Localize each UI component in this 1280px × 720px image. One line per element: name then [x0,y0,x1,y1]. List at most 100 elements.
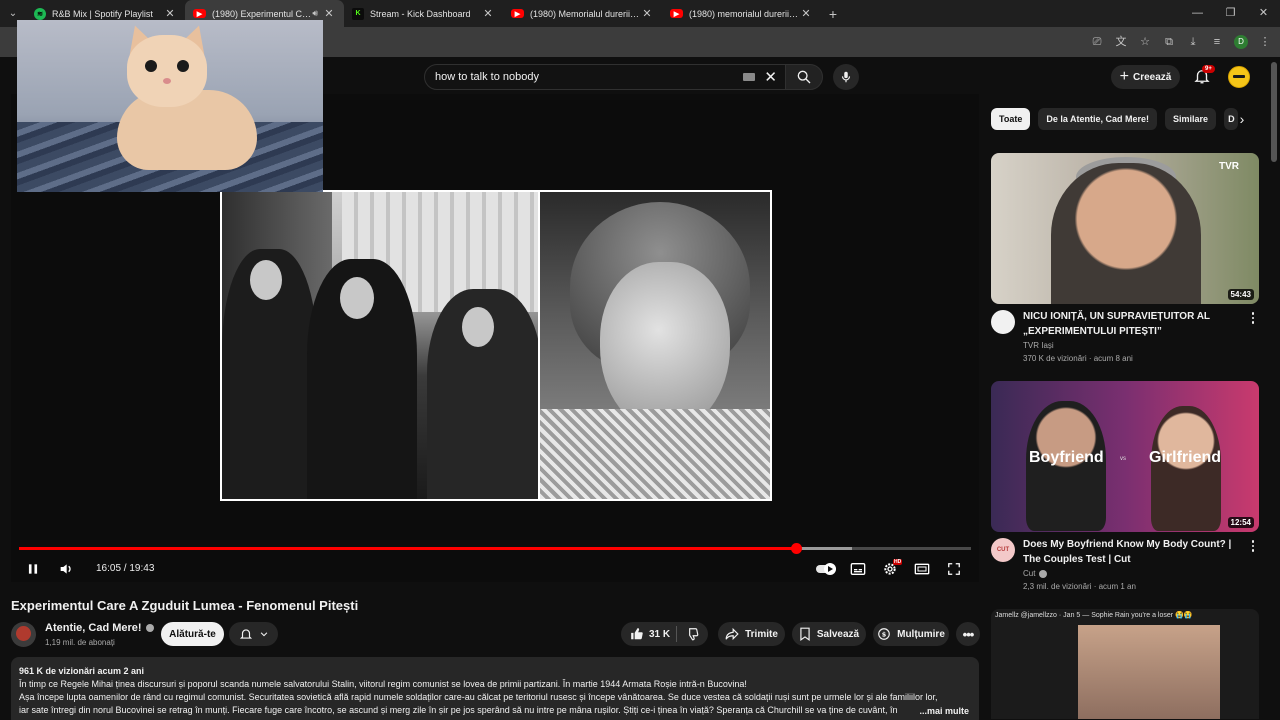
download-icon[interactable]: ⤓ [1186,32,1200,52]
close-icon[interactable]: ✕ [481,7,495,20]
chip-all[interactable]: Toate [991,108,1031,130]
notifications-button[interactable]: 9+ [1193,65,1215,87]
fullscreen-button[interactable] [943,559,965,579]
search-input[interactable]: how to talk to nobody ✕ [424,64,786,90]
thanks-label: Mulțumire [897,628,945,640]
tvr-logo: TVR [1219,161,1239,172]
progress-bar[interactable] [19,543,971,554]
chip-related[interactable]: Similare [1165,108,1217,130]
pause-button[interactable] [23,559,43,579]
description-box[interactable]: 961 K de vizionări acum 2 ani În timp ce… [11,657,979,720]
bookmark-star-icon[interactable]: ☆ [1138,32,1152,52]
share-button[interactable]: Trimite [718,622,785,646]
share-icon [725,627,739,641]
more-actions-button[interactable]: ••• [956,622,980,646]
video-title: Experimentul Care A Zguduit Lumea - Feno… [11,598,359,613]
video-frame [220,190,772,501]
minimize-icon[interactable]: — [1181,0,1214,27]
search-button[interactable] [785,64,823,90]
close-icon[interactable]: ✕ [799,7,813,20]
subscription-bell-button[interactable] [229,622,278,646]
description-line: iar sate întregi din norul Bucovinei se … [19,705,898,715]
view-count-date: 961 K de vizionări acum 2 ani [19,666,145,676]
volume-button[interactable] [56,559,76,579]
close-icon[interactable]: ✕ [322,7,336,20]
youtube-icon: ▶ [193,9,206,18]
recommendation-title[interactable]: Does My Boyfriend Know My Body Count? | … [1023,537,1233,567]
page-scrollbar[interactable] [1271,62,1277,162]
theater-mode-button[interactable] [911,559,933,579]
tab-title: (1980) memorialul durerii - You [689,8,799,19]
chip-from-channel[interactable]: De la Atentie, Cad Mere! [1038,108,1158,130]
recommendation-thumbnail[interactable]: TVR 54:43 [991,153,1259,304]
restore-icon[interactable]: ❐ [1214,0,1247,27]
show-more-link[interactable]: ...mai multe [915,705,969,718]
subtitles-icon [850,563,866,575]
more-vert-icon[interactable] [1248,538,1258,554]
recommendation-thumbnail[interactable]: Jamellz @jamellzzo · Jan 5 — Sophie Rain… [991,609,1259,719]
kick-icon: K [352,7,364,20]
verified-icon [1039,569,1048,578]
description-line: Așa începe lupta oamenilor de rând cu re… [19,692,938,702]
create-label: Creează [1132,71,1172,83]
plus-icon: + [1119,68,1129,85]
recommendation-channel[interactable]: Cut [1023,567,1048,581]
recommendation-channel[interactable]: TVR Iași [1023,339,1054,353]
channel-avatar[interactable] [991,310,1015,334]
thumbs-up-icon [631,628,643,640]
create-button[interactable]: + Creează [1111,65,1180,89]
translate-icon[interactable]: 文 [1114,32,1128,52]
channel-avatar[interactable] [11,622,36,647]
voice-search-button[interactable] [833,64,859,90]
cast-icon[interactable]: ⎚ [1090,32,1104,52]
chevron-down-icon [260,632,267,637]
settings-button[interactable]: HD [879,559,903,579]
channel-name-text[interactable]: Cut [1023,569,1035,578]
played-bar [19,547,796,550]
youtube-icon: ▶ [670,9,683,18]
like-button[interactable]: 31 K [621,627,670,641]
save-button[interactable]: Salvează [792,622,866,646]
channel-name-text[interactable]: Atentie, Cad Mere! [45,622,142,634]
channel-name[interactable]: Atentie, Cad Mere! [45,622,154,634]
chevron-right-icon[interactable]: › [1232,109,1252,129]
speaker-icon[interactable]: 🔊︎ [312,8,318,19]
extensions-icon[interactable]: ⧉ [1162,32,1176,52]
window-controls: — ❐ ✕ [1181,0,1280,27]
browser-tab-youtube[interactable]: ▶ (1980) Memorialul durerii - You ✕ [503,0,662,27]
close-window-icon[interactable]: ✕ [1247,0,1280,27]
recommendation-meta: 2,3 mil. de vizionări · acum 1 an [1023,582,1136,591]
hd-badge: HD [893,559,903,565]
join-button[interactable]: Alătură-te [161,622,224,646]
browser-menu-icon[interactable]: ⋮ [1258,32,1272,52]
bookmark-icon [800,627,810,641]
recommendation-thumbnail[interactable]: Boyfriend vs Girlfriend 12:54 [991,381,1259,532]
tab-title: (1980) Experimentul Care A [212,8,313,19]
channel-avatar[interactable]: CUT [991,538,1015,562]
volume-icon [60,564,71,574]
dislike-button[interactable] [685,627,699,641]
scrubber-handle[interactable] [790,543,802,554]
thanks-button[interactable]: $ Mulțumire [873,622,949,646]
more-vert-icon[interactable] [1248,310,1258,326]
pause-icon [28,564,38,574]
subtitles-button[interactable] [847,559,869,579]
account-avatar[interactable] [1228,66,1250,88]
picture-in-picture-window[interactable] [17,20,323,192]
tab-title: R&B Mix | Spotify Playlist [52,8,153,19]
toolbar-icons: ⎚ 文 ☆ ⧉ ⤓ ≡ D ⋮ [1090,32,1272,52]
close-icon[interactable]: ✕ [640,7,654,20]
new-tab-button[interactable]: + [821,6,845,22]
profile-avatar[interactable]: D [1234,35,1248,49]
browser-tab-youtube[interactable]: ▶ (1980) memorialul durerii - You ✕ [662,0,821,27]
keyboard-icon[interactable] [743,73,755,81]
recommendation-title[interactable]: NICU IONIȚĂ, UN SUPRAVIEȚUITOR AL „EXPER… [1023,309,1233,339]
autoplay-toggle[interactable] [815,559,837,579]
thumbs-down-icon [689,628,699,641]
clear-search-icon[interactable]: ✕ [764,68,777,86]
close-icon[interactable]: ✕ [163,7,177,20]
notification-badge: 9+ [1202,65,1215,73]
browser-tab-kick[interactable]: K Stream - Kick Dashboard ✕ [344,0,503,27]
video-photo-group [222,192,538,499]
reading-list-icon[interactable]: ≡ [1210,32,1224,52]
